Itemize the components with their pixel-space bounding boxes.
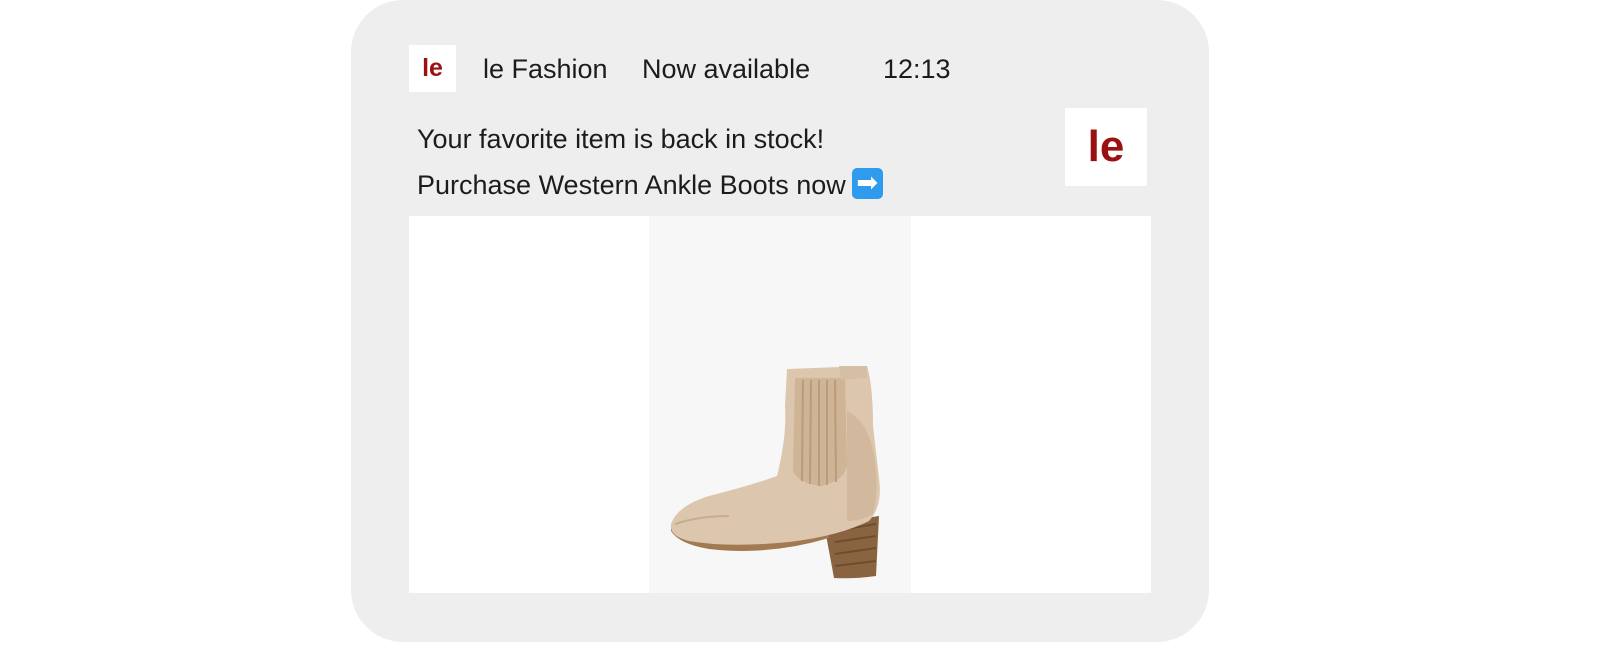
app-icon: le [409,45,456,92]
right-arrow-icon: ➡ [851,168,883,200]
notification-time: 12:13 [883,54,951,84]
notification-status: Now available [642,54,811,84]
app-icon-label: le [422,54,443,82]
brand-thumbnail: le [1065,108,1147,186]
product-image-area[interactable] [409,216,1151,593]
message-line-1: Your favorite item is back in stock! [417,124,825,154]
brand-thumbnail-label: le [1087,122,1125,171]
push-notification-card[interactable]: le le Fashion Now available 12:13 Your f… [351,0,1209,642]
app-name: le Fashion [483,54,608,84]
message-line-2: Purchase Western Ankle Boots now ➡ [417,162,883,208]
ankle-boot-image [670,366,880,579]
message-line-2-text: Purchase Western Ankle Boots now [417,170,846,200]
product-image-backdrop [649,216,911,593]
notification-message: Your favorite item is back in stock! Pur… [417,116,883,208]
